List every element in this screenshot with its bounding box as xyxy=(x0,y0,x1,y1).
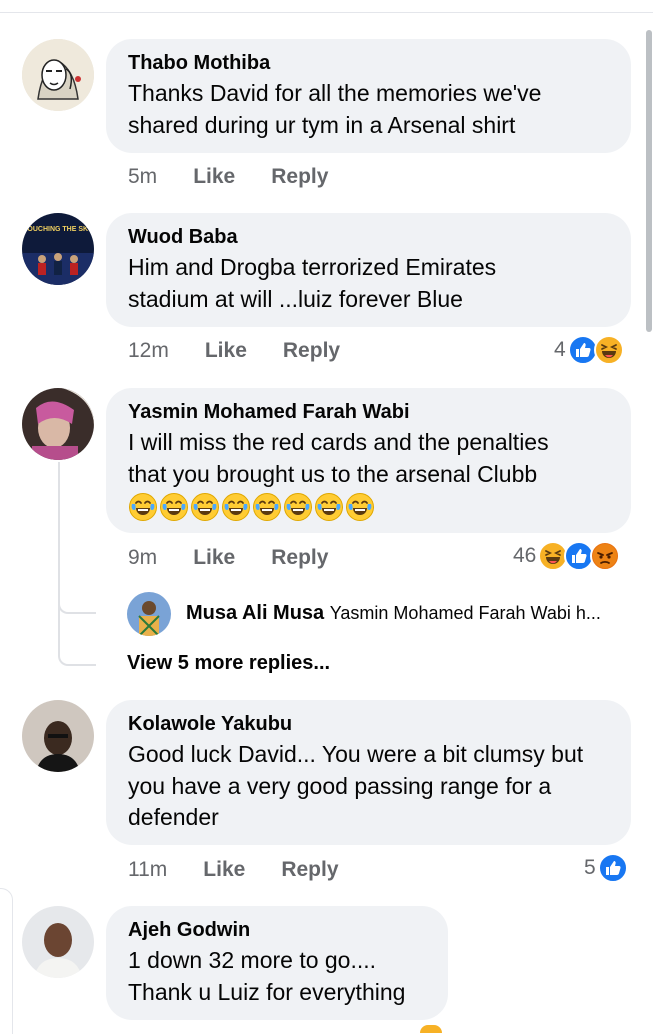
comment-bubble: Thabo Mothiba Thanks David for all the m… xyxy=(106,39,631,153)
reply-button[interactable]: Reply xyxy=(271,165,328,189)
comment-time[interactable]: 12m xyxy=(128,339,169,363)
comment-text-line: shared during ur tym in a Arsenal shirt xyxy=(128,111,516,138)
avatar-image xyxy=(127,592,171,636)
comment-time[interactable]: 11m xyxy=(128,858,167,882)
avatar-image: TOUCHING THE SKY xyxy=(22,213,94,285)
crying-laughing-emoji-icon xyxy=(314,492,344,522)
comment-text-line: I will miss the red cards and the penalt… xyxy=(128,429,549,455)
comment-text-line: that you brought us to the arsenal Clubb xyxy=(128,460,538,487)
comment-bubble: Wuod Baba Him and Drogba terrorized Emir… xyxy=(106,213,631,327)
reaction-count: 46 xyxy=(513,544,537,567)
comment-actions: 12m Like Reply xyxy=(128,336,340,366)
reply-preview[interactable]: Musa Ali Musa Yasmin Mohamed Farah Wabi … xyxy=(186,602,601,625)
crying-laughing-emoji-icon xyxy=(345,492,375,522)
comment-author[interactable]: Kolawole Yakubu xyxy=(128,712,609,736)
avatar[interactable] xyxy=(22,700,94,772)
thread-connector xyxy=(58,600,96,666)
scrollbar[interactable] xyxy=(646,30,652,332)
reaction-count: 5 xyxy=(584,856,596,879)
comment-actions: 9m Like Reply xyxy=(128,543,328,573)
comment-text-line: stadium at will ...luiz forever Blue xyxy=(128,285,463,312)
like-icon xyxy=(598,853,628,883)
comment-text-line: Him and Drogba terrorized Emirates xyxy=(128,254,497,280)
avatar[interactable] xyxy=(22,388,94,460)
thread-connector xyxy=(58,462,96,614)
reply-button[interactable]: Reply xyxy=(281,858,338,882)
comment-time[interactable]: 9m xyxy=(128,546,157,570)
like-button[interactable]: Like xyxy=(203,858,245,882)
reaction-summary[interactable]: 5 xyxy=(584,852,628,884)
avatar-image xyxy=(22,39,94,111)
comment-text-line: Good luck David... You were a bit clumsy… xyxy=(128,741,584,767)
avatar[interactable] xyxy=(22,39,94,111)
emoji-row xyxy=(128,492,609,522)
avatar[interactable] xyxy=(22,906,94,978)
comment-time[interactable]: 5m xyxy=(128,165,157,189)
reaction-count: 4 xyxy=(554,338,566,361)
avatar-image xyxy=(22,700,94,772)
comment-text-line: Thank u Luiz for everything xyxy=(128,978,406,1005)
comment-text-line: defender xyxy=(128,804,219,830)
comment-actions: 5m Like Reply xyxy=(128,162,328,192)
crying-laughing-emoji-icon xyxy=(128,492,158,522)
reply-button[interactable]: Reply xyxy=(283,339,340,363)
reply-button[interactable]: Reply xyxy=(271,546,328,570)
comment-bubble: Kolawole Yakubu Good luck David... You w… xyxy=(106,700,631,845)
reply-author[interactable]: Musa Ali Musa xyxy=(186,602,324,624)
reaction-summary[interactable]: 4 xyxy=(554,334,624,366)
like-button[interactable]: Like xyxy=(193,546,235,570)
view-more-replies-link[interactable]: View 5 more replies... xyxy=(127,652,330,675)
crying-laughing-emoji-icon xyxy=(221,492,251,522)
reaction-summary[interactable]: 46 xyxy=(513,540,620,572)
crying-laughing-emoji-icon xyxy=(283,492,313,522)
avatar-image xyxy=(22,388,94,460)
comment-bubble: Ajeh Godwin 1 down 32 more to go.... Tha… xyxy=(106,906,448,1020)
haha-icon xyxy=(594,335,624,365)
comment-bubble: Yasmin Mohamed Farah Wabi I will miss th… xyxy=(106,388,631,533)
comment-text-line: 1 down 32 more to go.... xyxy=(128,947,377,973)
reply-avatar[interactable] xyxy=(127,592,171,636)
comment-author[interactable]: Wuod Baba xyxy=(128,225,609,249)
partial-reaction-icon xyxy=(420,1025,442,1033)
comment-author[interactable]: Ajeh Godwin xyxy=(128,918,426,942)
like-button[interactable]: Like xyxy=(193,165,235,189)
crying-laughing-emoji-icon xyxy=(252,492,282,522)
crying-laughing-emoji-icon xyxy=(190,492,220,522)
crying-laughing-emoji-icon xyxy=(159,492,189,522)
like-button[interactable]: Like xyxy=(205,339,247,363)
avatar-image xyxy=(22,906,94,978)
comment-author[interactable]: Thabo Mothiba xyxy=(128,51,609,75)
avatar[interactable]: TOUCHING THE SKY xyxy=(22,213,94,285)
top-divider xyxy=(0,12,653,13)
reply-snippet: Yasmin Mohamed Farah Wabi h... xyxy=(329,603,601,623)
comment-actions: 11m Like Reply xyxy=(128,855,339,885)
avatar-caption: TOUCHING THE SKY xyxy=(23,226,93,233)
angry-icon xyxy=(590,541,620,571)
partial-panel-edge xyxy=(0,888,13,1034)
comment-author[interactable]: Yasmin Mohamed Farah Wabi xyxy=(128,400,609,424)
comment-text-line: Thanks David for all the memories we've xyxy=(128,80,542,106)
comment-text-line: you have a very good passing range for a xyxy=(128,772,552,799)
